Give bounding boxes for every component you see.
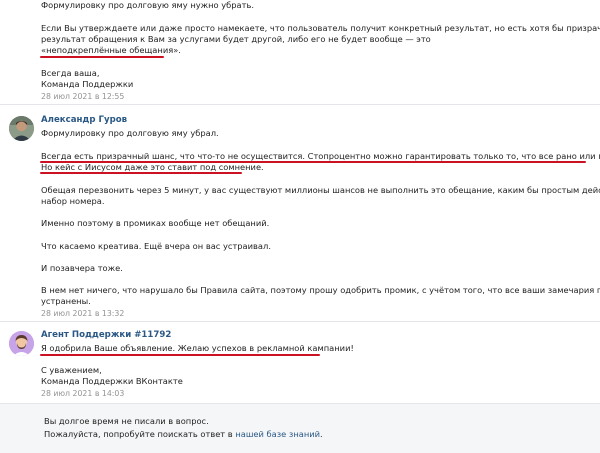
- user-photo-icon: [9, 116, 34, 141]
- message-text: Обещая перезвонить через 5 минут, у вас …: [41, 185, 600, 195]
- signature-line: Команда Поддержки ВКонтакте: [41, 376, 183, 386]
- message-text: И позавчера тоже.: [41, 263, 123, 273]
- inactivity-notice: Вы долгое время не писали в вопрос. Пожа…: [0, 403, 600, 453]
- signature-line: Команда Поддержки: [41, 79, 134, 89]
- message-text: набор номера.: [41, 196, 105, 206]
- message-text: результат обращения к Вам за услугами бу…: [41, 34, 431, 44]
- notice-prefix: Пожалуйста, попробуйте поискать ответ в: [44, 429, 236, 439]
- agent-avatar-icon: [9, 331, 34, 356]
- message-date[interactable]: 28 июл 2021 в 13:32: [41, 309, 124, 318]
- message-text: Если Вы утверждаете или даже просто наме…: [41, 23, 600, 33]
- message-agent: Агент Поддержки #11792 Я одобрила Ваше о…: [0, 321, 600, 403]
- author-name[interactable]: Александр Гуров: [41, 115, 127, 125]
- message-text: Я одобрила Ваше объявление. Желаю успехо…: [41, 343, 354, 353]
- avatar[interactable]: [9, 331, 34, 356]
- message-date[interactable]: 28 июл 2021 в 12:55: [41, 92, 124, 101]
- red-underline: [40, 56, 164, 58]
- ticket-thread: Формулировку про долговую яму нужно убра…: [0, 0, 600, 453]
- message-date[interactable]: 28 июл 2021 в 14:03: [41, 389, 124, 398]
- message-text: Формулировку про долговую яму нужно убра…: [41, 0, 255, 10]
- notice-text-2: Пожалуйста, попробуйте поискать ответ в …: [44, 429, 323, 440]
- avatar[interactable]: [9, 116, 34, 141]
- signature-line: С уважением,: [41, 365, 102, 375]
- red-underline: [40, 172, 242, 174]
- red-underline: [40, 354, 320, 356]
- notice-text: Вы долгое время не писали в вопрос.: [44, 416, 209, 426]
- message-user: Александр Гуров Формулировку про долгову…: [0, 104, 600, 321]
- notice-suffix: .: [320, 429, 323, 439]
- signature-line: Всегда ваша,: [41, 68, 100, 78]
- author-name[interactable]: Агент Поддержки #11792: [41, 330, 171, 340]
- message-text: «неподкреплённые обещания».: [41, 45, 181, 55]
- message-text: устранены.: [41, 296, 91, 306]
- message-text: Что касаемо креатива. Ещё вчера он вас у…: [41, 241, 271, 251]
- message-text: В нем нет ничего, что нарушало бы Правил…: [41, 285, 600, 295]
- message-text: Формулировку про долговую яму убрал.: [41, 128, 219, 138]
- message-text: Именно поэтому в промиках вообще нет обе…: [41, 218, 270, 228]
- message-support-1: Формулировку про долговую яму нужно убра…: [0, 0, 600, 104]
- knowledge-base-link[interactable]: нашей базе знаний: [235, 429, 320, 439]
